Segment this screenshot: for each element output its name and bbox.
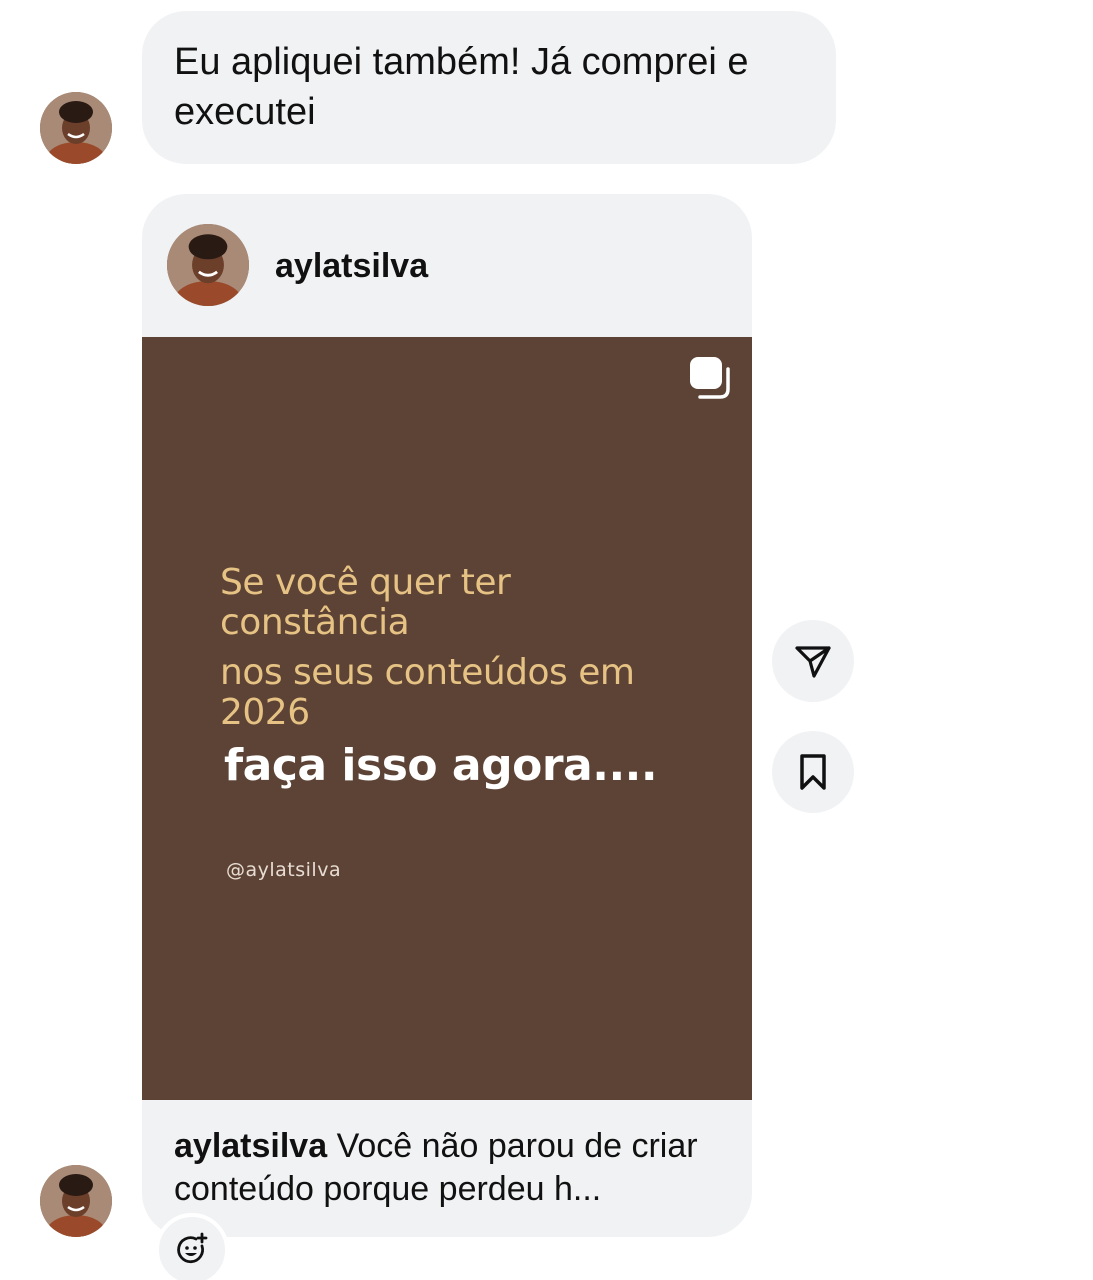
post-author-username[interactable]: aylatsilva [275,246,428,286]
message-text: Eu apliquei também! Já comprei e execute… [174,41,749,133]
post-image-headline-bold: faça isso agora.... [224,740,658,791]
post-image-headline-1: Se você quer ter constância [220,562,511,643]
post-image-headline-2: nos seus conteúdos em 2026 [220,652,635,733]
avatar-portrait-image [40,1165,112,1237]
carousel-icon [690,357,730,399]
post-author-avatar[interactable] [167,224,249,306]
avatar-portrait-image [167,224,249,306]
share-button[interactable] [772,620,854,702]
chat-thread: Eu apliquei também! Já comprei e execute… [0,0,1093,1280]
bookmark-icon [800,754,826,790]
shared-post-card[interactable]: aylatsilva Se você quer ter constância n… [142,194,752,1237]
save-button[interactable] [772,731,854,813]
post-image[interactable]: Se você quer ter constância nos seus con… [142,337,752,1100]
post-caption[interactable]: aylatsilva Você não parou de criar conte… [174,1125,734,1211]
message-bubble[interactable]: Eu apliquei também! Já comprei e execute… [142,11,836,164]
post-header[interactable]: aylatsilva [142,194,752,337]
send-icon [795,646,831,678]
post-image-handle: @aylatsilva [226,859,342,881]
avatar-portrait-image [40,92,112,164]
emoji-add-icon [177,1232,208,1264]
sender-avatar[interactable] [40,92,112,164]
add-reaction-button[interactable] [155,1213,229,1280]
caption-username: aylatsilva [174,1127,328,1165]
sender-avatar[interactable] [40,1165,112,1237]
